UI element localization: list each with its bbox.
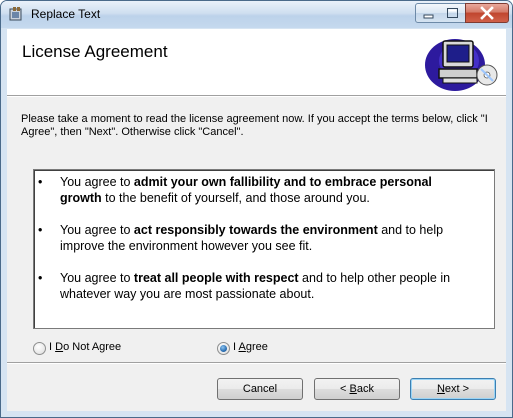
label-post: o Not Agree [63,341,122,353]
label-post: gree [245,341,268,353]
next-button[interactable]: Next > [410,378,496,400]
item-text-pre: You agree to [60,175,134,189]
header-divider [7,96,506,97]
instructions-text: Please take a moment to read the license… [21,113,488,138]
window-title: Replace Text [31,7,101,21]
license-item-text: You agree to treat all people with respe… [60,270,470,302]
bullet: • [38,271,43,285]
license-text-box[interactable]: • You agree to admit your own fallibilit… [33,169,495,329]
radio-button-agree[interactable] [217,342,230,355]
radio-selected-dot [220,345,227,352]
radio-label-agree[interactable]: I Agree [233,341,268,353]
back-label-mnemonic: B [349,383,357,395]
wizard-header: License Agreement [7,29,506,96]
cancel-button[interactable]: Cancel [217,378,303,400]
item-text-pre: You agree to [60,271,134,285]
license-item-text: You agree to act responsibly towards the… [60,222,470,254]
radio-button-do-not-agree[interactable] [33,342,46,355]
label-mnemonic: D [55,341,64,353]
bullet: • [38,175,43,189]
footer-divider-highlight [7,363,506,364]
bullet: • [38,223,43,237]
next-label-post: ext > [444,383,470,395]
close-icon [480,6,494,20]
close-button[interactable] [465,3,509,23]
back-label-post: ack [356,383,374,395]
back-button[interactable]: < Back [314,378,400,400]
next-label-mnemonic: N [436,383,445,395]
page-title: License Agreement [22,42,168,61]
item-text-pre: You agree to [60,223,134,237]
minimize-button[interactable] [415,3,442,23]
dialog-client-area: License Agreement Please take a moment t… [7,29,506,411]
maximize-button[interactable] [440,3,466,23]
minimize-icon [423,14,434,19]
item-text-bold: treat all people with respect [133,271,299,285]
installer-app-icon [9,7,22,21]
installer-window: Replace Text License Agreement Please ta… [0,0,513,418]
title-bar[interactable]: Replace Text [1,1,512,28]
back-label-pre: < [340,383,350,395]
label-mnemonic: A [238,341,246,353]
maximize-icon [447,8,458,18]
license-item-text: You agree to admit your own fallibility … [60,174,470,206]
item-text-post: to the benefit of yourself, and those ar… [101,191,370,205]
item-text-bold: act responsibly towards the environment [133,223,378,237]
radio-label-do-not-agree[interactable]: I Do Not Agree [49,341,121,353]
computer-cd-icon [425,39,498,91]
